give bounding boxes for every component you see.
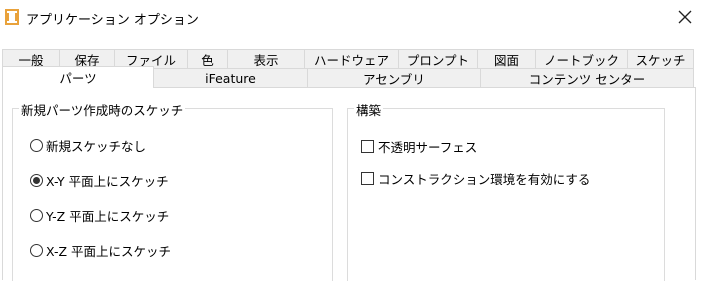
- inventor-app-icon: [5, 9, 19, 25]
- enable-construction-environment-label: コンストラクション環境を有効にする: [378, 172, 591, 187]
- tab-assembly[interactable]: アセンブリ: [307, 68, 481, 87]
- window-title: アプリケーション オプション: [26, 13, 199, 28]
- part-tab-panel: 新規パーツ作成時のスケッチ 新規スケッチなし X-Y 平面上にスケッチ Y-Z …: [2, 87, 696, 281]
- tab-drawing[interactable]: 図面: [477, 49, 536, 68]
- radio-button[interactable]: [30, 244, 43, 257]
- sketch-yz-plane-radio[interactable]: Y-Z 平面上にスケッチ: [30, 206, 169, 225]
- close-button[interactable]: [668, 2, 702, 32]
- close-icon: [678, 10, 692, 24]
- tab-part[interactable]: パーツ: [2, 66, 154, 88]
- tab-display[interactable]: 表示: [227, 49, 305, 68]
- sketch-xy-plane-label: X-Y 平面上にスケッチ: [46, 174, 169, 189]
- opaque-surfaces-option[interactable]: 不透明サーフェス: [361, 137, 477, 156]
- no-new-sketch-radio[interactable]: 新規スケッチなし: [30, 136, 146, 155]
- sketch-xy-plane-radio[interactable]: X-Y 平面上にスケッチ: [30, 171, 169, 190]
- radio-button-selected[interactable]: [30, 174, 43, 187]
- enable-construction-environment-option[interactable]: コンストラクション環境を有効にする: [361, 169, 590, 188]
- title-bar: アプリケーション オプション: [0, 0, 704, 36]
- new-part-sketch-group: 新規パーツ作成時のスケッチ 新規スケッチなし X-Y 平面上にスケッチ Y-Z …: [12, 100, 333, 281]
- tab-content-center[interactable]: コンテンツ センター: [480, 68, 694, 87]
- opaque-surfaces-label: 不透明サーフェス: [378, 140, 478, 155]
- tab-notebook[interactable]: ノートブック: [535, 49, 628, 68]
- opaque-surfaces-checkbox[interactable]: [361, 140, 374, 153]
- sketch-xz-plane-radio[interactable]: X-Z 平面上にスケッチ: [30, 241, 171, 260]
- tab-color[interactable]: 色: [187, 49, 228, 68]
- construction-group: 構築 不透明サーフェス コンストラクション環境を有効にする: [347, 100, 665, 281]
- enable-construction-environment-checkbox[interactable]: [361, 172, 374, 185]
- radio-button[interactable]: [30, 139, 43, 152]
- tab-ifeature[interactable]: iFeature: [153, 68, 308, 87]
- sketch-yz-plane-label: Y-Z 平面上にスケッチ: [46, 209, 170, 224]
- construction-group-title: 構築: [354, 100, 384, 119]
- tab-prompt[interactable]: プロンプト: [398, 49, 478, 68]
- radio-button[interactable]: [30, 209, 43, 222]
- tab-sketch[interactable]: スケッチ: [627, 49, 694, 68]
- no-new-sketch-label: 新規スケッチなし: [46, 139, 147, 154]
- tab-hardware[interactable]: ハードウェア: [304, 49, 399, 68]
- sketch-xz-plane-label: X-Z 平面上にスケッチ: [46, 244, 171, 259]
- new-part-sketch-group-title: 新規パーツ作成時のスケッチ: [19, 100, 186, 119]
